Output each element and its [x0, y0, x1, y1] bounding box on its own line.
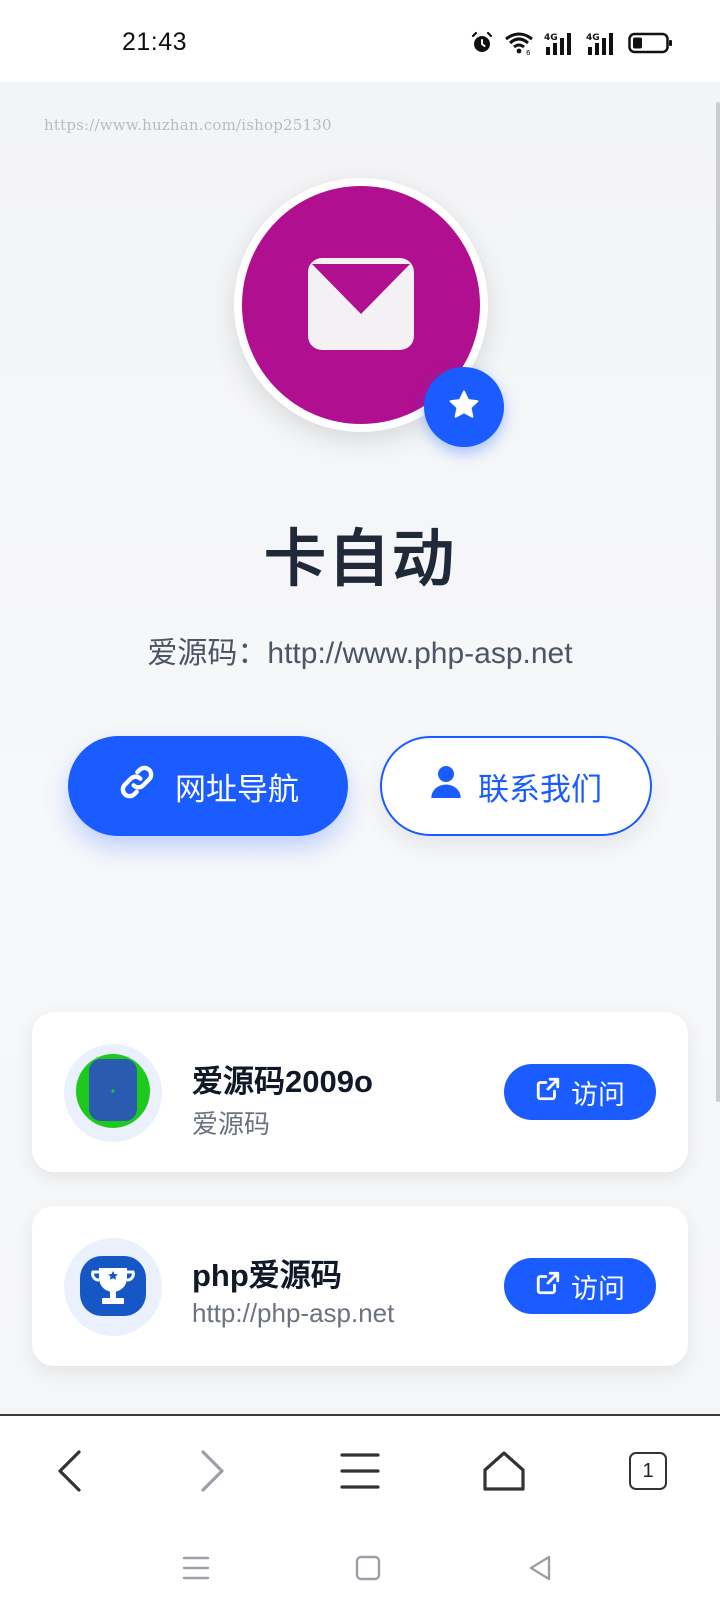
nav-button[interactable]: 网址导航	[68, 736, 348, 836]
browser-toolbar: 1	[0, 1414, 720, 1524]
svg-text:4G: 4G	[544, 33, 558, 43]
contact-button[interactable]: 联系我们	[380, 736, 652, 836]
svg-text:4G: 4G	[586, 33, 600, 43]
menu-icon[interactable]	[330, 1446, 390, 1496]
tabs-icon[interactable]: 1	[618, 1446, 678, 1496]
card-title: php爱源码	[192, 1258, 342, 1293]
card-icon-ring	[64, 1044, 162, 1142]
home-nav-icon[interactable]	[348, 1550, 388, 1586]
visit-button-label: 访问	[571, 1273, 625, 1304]
nav-button-label: 网址导航	[175, 771, 299, 807]
forward-icon[interactable]	[182, 1446, 242, 1496]
contact-button-label: 联系我们	[478, 771, 602, 807]
visit-button[interactable]: 访问	[504, 1258, 656, 1314]
card-title: 爱源码2009o	[192, 1064, 373, 1099]
back-icon[interactable]	[40, 1446, 100, 1496]
scrollbar[interactable]	[716, 102, 720, 1102]
profile-page: https://www.huzhan.com/ishop25130 卡自动 爱源…	[0, 82, 720, 1414]
card-icon-ring	[64, 1238, 162, 1336]
list-item[interactable]: 爱源码2009o 爱源码 访问	[32, 1012, 688, 1172]
card-subtitle: http://php-asp.net	[192, 1298, 395, 1328]
card-subtitle: 爱源码	[192, 1109, 271, 1139]
alarm-icon	[470, 31, 494, 55]
tab-count: 1	[629, 1452, 667, 1490]
wifi-icon: 6	[504, 31, 534, 55]
star-badge	[424, 367, 504, 447]
trophy-icon	[72, 1244, 154, 1331]
home-icon[interactable]	[474, 1446, 534, 1496]
status-time: 21:43	[122, 28, 188, 56]
status-icons: 6 4G 4G	[470, 30, 674, 56]
external-link-icon	[535, 1270, 561, 1303]
watermark-url: https://www.huzhan.com/ishop25130	[44, 116, 332, 134]
recent-apps-icon[interactable]	[176, 1550, 216, 1586]
green-badge-icon	[75, 1053, 151, 1134]
user-icon	[430, 764, 462, 808]
back-nav-icon[interactable]	[520, 1550, 560, 1586]
list-item[interactable]: php爱源码 http://php-asp.net 访问	[32, 1206, 688, 1366]
system-nav	[0, 1524, 720, 1612]
visit-button[interactable]: 访问	[504, 1064, 656, 1120]
external-link-icon	[535, 1076, 561, 1109]
page-title: 卡自动	[263, 525, 456, 594]
star-icon	[447, 388, 481, 427]
visit-button-label: 访问	[571, 1079, 625, 1110]
signal-4g-icon: 4G	[586, 31, 618, 55]
page-subtitle: 爱源码：http://www.php-asp.net	[147, 637, 573, 670]
mail-icon	[308, 258, 414, 355]
signal-4g-icon: 4G	[544, 31, 576, 55]
svg-text:6: 6	[526, 49, 531, 55]
battery-icon	[628, 32, 674, 54]
status-bar: 21:43 6 4G 4G	[0, 0, 720, 82]
link-icon	[117, 762, 157, 810]
